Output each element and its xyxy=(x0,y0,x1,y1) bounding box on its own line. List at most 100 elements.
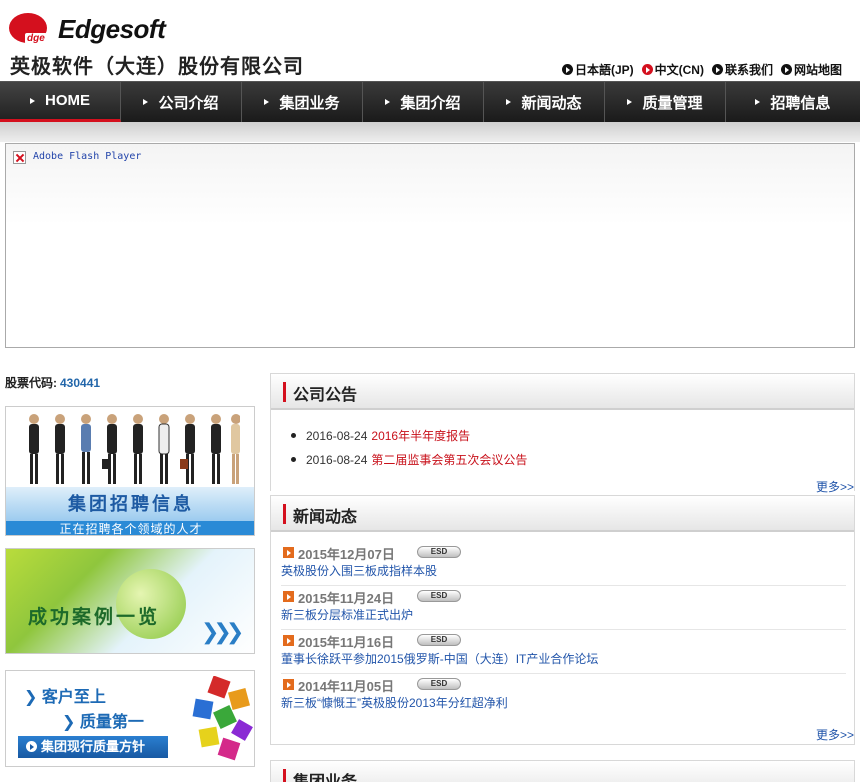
news-tag: ESD xyxy=(417,634,461,646)
edgesoft-logo-icon[interactable]: dge xyxy=(9,13,47,44)
stock-code: 股票代码: 430441 xyxy=(5,374,100,391)
link-label: 日本語(JP) xyxy=(574,63,634,77)
arrow-right-icon xyxy=(755,99,761,105)
news-tag: ESD xyxy=(417,546,461,558)
notice-title: 公司公告 xyxy=(293,387,358,404)
header-accent-bar xyxy=(283,769,286,782)
arrow-box-icon xyxy=(283,591,294,602)
list-item: 2015年11月24日 ESD 新三板分层标准正式出炉 xyxy=(281,586,846,630)
business-panel-header: 集团业务 xyxy=(271,761,854,782)
business-title: 集团业务 xyxy=(293,768,357,782)
top-links: 日本語(JP) 中文(CN) 联系我们 网站地图 xyxy=(561,61,842,78)
quality-line2-text: 质量第一 xyxy=(79,714,144,731)
flash-label: Adobe Flash Player xyxy=(33,151,142,162)
nav-label: 招聘信息 xyxy=(770,94,831,112)
nav-label: 质量管理 xyxy=(642,94,703,112)
business-people-image xyxy=(29,414,240,484)
arrow-right-icon xyxy=(30,97,35,104)
notice-date: 2016-08-24 xyxy=(306,453,368,467)
link-contact-us[interactable]: 联系我们 xyxy=(711,61,773,78)
nav-item-group-intro[interactable]: 集团介绍 xyxy=(363,82,484,122)
link-label: 联系我们 xyxy=(724,63,773,77)
list-item: 2016-08-24 2016年半年度报告 xyxy=(291,424,527,448)
news-link[interactable]: 新三板“慷慨王”英极股份2013年分红超净利 xyxy=(281,694,508,711)
nav-item-home[interactable]: HOME xyxy=(0,82,121,122)
news-tag: ESD xyxy=(417,590,461,602)
news-date: 2014年11月05日 xyxy=(298,679,395,694)
notice-panel: 公司公告 2016-08-24 2016年半年度报告 2016-08-24 第二届监… xyxy=(270,373,855,494)
nav-label: 集团业务 xyxy=(279,94,340,112)
news-link[interactable]: 英极股份入围三板成指样本股 xyxy=(281,562,437,579)
quality-policy-button[interactable]: 集团现行质量方针 xyxy=(18,736,168,758)
company-name: 英极软件（大连）股份有限公司 xyxy=(10,54,304,78)
logo-text[interactable]: Edgesoft xyxy=(58,14,166,45)
nav-label: 集团介绍 xyxy=(400,94,461,112)
recruit-banner[interactable]: 集团招聘信息 正在招聘各个领域的人才 xyxy=(5,406,255,536)
quality-button-label: 集团现行质量方针 xyxy=(41,739,146,754)
header-accent-bar xyxy=(283,382,286,402)
notice-panel-header: 公司公告 xyxy=(271,374,854,410)
nav-shadow-band xyxy=(0,122,860,142)
play-circle-icon xyxy=(561,64,573,75)
logo-mark: dge xyxy=(25,33,47,44)
notice-link[interactable]: 2016年半年度报告 xyxy=(371,429,470,443)
main-nav: HOME 公司介绍 集团业务 集团介绍 新闻动态 质量管理 招聘信息 xyxy=(0,81,860,122)
nav-item-group-business[interactable]: 集团业务 xyxy=(242,82,363,122)
news-panel: 新闻动态 2015年12月07日 ESD 英极股份入围三板成指样本股 2015年… xyxy=(270,495,855,745)
list-item: 2016-08-24 第二届监事会第五次会议公告 xyxy=(291,448,527,472)
nav-label: HOME xyxy=(45,92,90,109)
news-date: 2015年12月07日 xyxy=(298,547,395,562)
link-label: 网站地图 xyxy=(793,63,842,77)
news-tag: ESD xyxy=(417,678,461,690)
notice-list: 2016-08-24 2016年半年度报告 2016-08-24 第二届监事会第五次… xyxy=(291,424,527,472)
flash-placeholder[interactable]: Adobe Flash Player xyxy=(5,143,855,348)
list-item: 2015年12月07日 ESD 英极股份入围三板成指样本股 xyxy=(281,542,846,586)
news-date: 2015年11月16日 xyxy=(298,635,395,650)
link-site-map[interactable]: 网站地图 xyxy=(780,61,842,78)
quality-policy-banner[interactable]: ❯ 客户至上 ❯ 质量第一 集团现行质量方针 xyxy=(5,670,255,767)
play-circle-icon xyxy=(26,741,37,752)
link-japanese[interactable]: 日本語(JP) xyxy=(561,61,634,78)
site-header: dge Edgesoft 英极软件（大连）股份有限公司 日本語(JP) 中文(C… xyxy=(0,0,860,81)
news-link[interactable]: 董事长徐跃平参加2015俄罗斯-中国（大连）IT产业合作论坛 xyxy=(281,650,598,667)
news-panel-header: 新闻动态 xyxy=(271,496,854,532)
stock-code-value: 430441 xyxy=(60,376,101,390)
arrow-right-icon xyxy=(264,99,270,105)
arrow-box-icon xyxy=(283,547,294,558)
link-chinese[interactable]: 中文(CN) xyxy=(641,61,704,78)
recruit-title: 集团招聘信息 xyxy=(6,487,254,521)
arrow-right-icon xyxy=(506,99,512,105)
news-link[interactable]: 新三板分层标准正式出炉 xyxy=(281,606,413,623)
arrow-right-icon xyxy=(385,99,391,105)
nav-item-quality[interactable]: 质量管理 xyxy=(605,82,726,122)
stock-label: 股票代码: xyxy=(5,376,57,390)
arrow-right-icon xyxy=(627,99,633,105)
nav-item-company-intro[interactable]: 公司介绍 xyxy=(121,82,242,122)
quality-line2: ❯ 质量第一 xyxy=(62,708,144,732)
arrow-right-icon xyxy=(143,99,149,105)
puzzle-pieces-image xyxy=(192,676,253,761)
recruit-subtitle: 正在招聘各个领域的人才 xyxy=(6,521,254,535)
news-date: 2015年11月24日 xyxy=(298,591,395,606)
nav-item-recruit[interactable]: 招聘信息 xyxy=(726,82,860,122)
news-list: 2015年12月07日 ESD 英极股份入围三板成指样本股 2015年11月24… xyxy=(281,542,846,718)
bullet-icon xyxy=(291,433,296,438)
news-more-link[interactable]: 更多>> xyxy=(816,726,854,743)
business-panel: 集团业务 xyxy=(270,760,855,782)
quality-line1-text: 客户至上 xyxy=(41,689,106,706)
chevron-right-icon: ❯ xyxy=(62,714,80,731)
notice-link[interactable]: 第二届监事会第五次会议公告 xyxy=(371,453,527,467)
play-circle-icon xyxy=(641,64,653,75)
news-title: 新闻动态 xyxy=(293,509,358,526)
arrow-box-icon xyxy=(283,635,294,646)
nav-label: 公司介绍 xyxy=(158,94,219,112)
header-accent-bar xyxy=(283,504,286,524)
notice-more-link[interactable]: 更多>> xyxy=(816,478,854,495)
success-cases-banner[interactable]: 成功案例一览 ❯❯❯ xyxy=(5,548,255,654)
chevrons-right-icon: ❯❯❯ xyxy=(201,619,244,644)
play-circle-icon xyxy=(780,64,792,75)
bullet-icon xyxy=(291,457,296,462)
arrow-box-icon xyxy=(283,679,294,690)
nav-item-news[interactable]: 新闻动态 xyxy=(484,82,605,122)
link-label: 中文(CN) xyxy=(654,63,704,77)
